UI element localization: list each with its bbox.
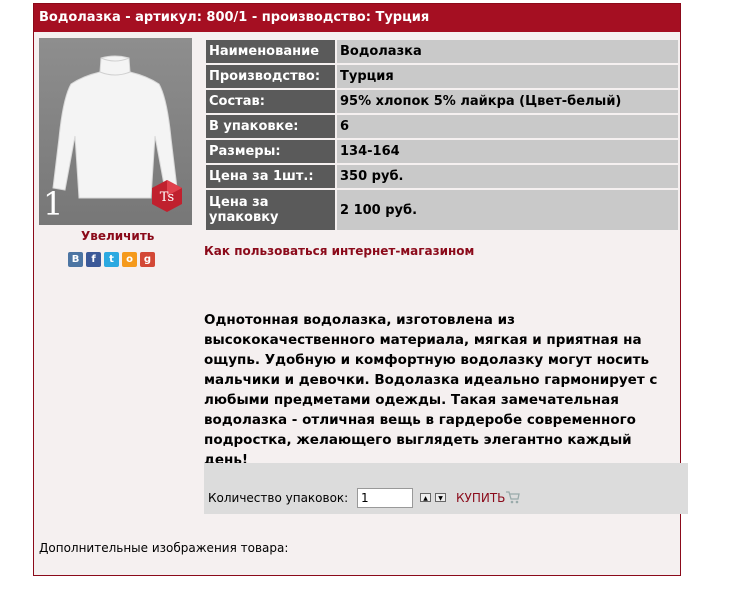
decrement-icon[interactable]: ▼ xyxy=(435,493,446,502)
spec-key: Производство: xyxy=(206,65,335,88)
spec-key: Размеры: xyxy=(206,140,335,163)
social-share-bar: В f t о g xyxy=(68,252,155,267)
google-plus-icon[interactable]: g xyxy=(140,252,155,267)
zoom-link[interactable]: Увеличить xyxy=(81,229,154,243)
buy-button[interactable]: КУПИТЬ xyxy=(456,491,505,505)
spec-key: Цена за упаковку xyxy=(206,190,335,230)
order-box: Количество упаковок: ▲ ▼ КУПИТЬ xyxy=(204,463,688,514)
twitter-icon[interactable]: t xyxy=(104,252,119,267)
spec-value: Турция xyxy=(337,65,678,88)
brand-logo-icon: Ts xyxy=(150,179,184,217)
spec-value: 134-164 xyxy=(337,140,678,163)
spec-key: В упаковке: xyxy=(206,115,335,138)
spec-row: Состав: 95% хлопок 5% лайкра (Цвет-белый… xyxy=(206,90,678,113)
spec-value: 2 100 руб. xyxy=(337,190,678,230)
product-panel: Водолазка - артикул: 800/1 - производств… xyxy=(33,3,688,576)
spec-row: В упаковке: 6 xyxy=(206,115,678,138)
spec-value: Водолазка xyxy=(337,40,678,63)
spec-value: 350 руб. xyxy=(337,165,678,188)
spec-row: Цена за упаковку 2 100 руб. xyxy=(206,190,678,230)
qty-label: Количество упаковок: xyxy=(208,491,349,505)
increment-icon[interactable]: ▲ xyxy=(420,493,431,502)
brand-logo-text: Ts xyxy=(160,190,174,205)
howto-link[interactable]: Как пользоваться интернет-магазином xyxy=(204,244,474,258)
facebook-icon[interactable]: f xyxy=(86,252,101,267)
spec-value: 95% хлопок 5% лайкра (Цвет-белый) xyxy=(337,90,678,113)
spec-row: Производство: Турция xyxy=(206,65,678,88)
product-description: Однотонная водолазка, изготовлена из выс… xyxy=(204,312,658,468)
spec-key: Цена за 1шт.: xyxy=(206,165,335,188)
qty-input[interactable] xyxy=(357,488,413,508)
specs-table: Наименование Водолазка Производство: Тур… xyxy=(204,38,680,232)
extra-images-label: Дополнительные изображения товара: xyxy=(39,541,289,555)
product-photo[interactable]: 1 Ts xyxy=(39,38,192,225)
spec-row: Размеры: 134-164 xyxy=(206,140,678,163)
photo-number: 1 xyxy=(43,185,64,223)
vk-icon[interactable]: В xyxy=(68,252,83,267)
spec-key: Состав: xyxy=(206,90,335,113)
product-title: Водолазка - артикул: 800/1 - производств… xyxy=(34,4,680,32)
spec-row: Цена за 1шт.: 350 руб. xyxy=(206,165,678,188)
odnoklassniki-icon[interactable]: о xyxy=(122,252,137,267)
spec-key: Наименование xyxy=(206,40,335,63)
spec-value: 6 xyxy=(337,115,678,138)
spec-row: Наименование Водолазка xyxy=(206,40,678,63)
cart-icon[interactable] xyxy=(506,491,520,508)
